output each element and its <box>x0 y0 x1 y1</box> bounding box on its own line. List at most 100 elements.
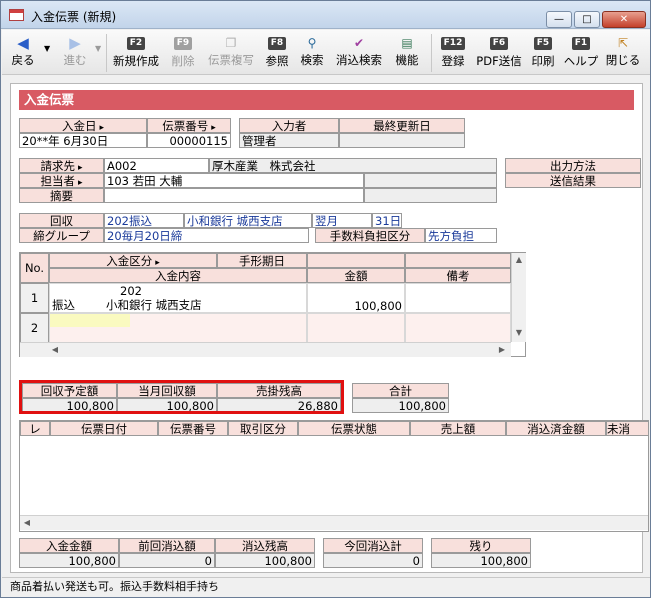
back-dropdown-icon[interactable]: ▼ <box>44 44 50 53</box>
collect-day-code: 31 <box>375 214 390 228</box>
summary-extra-field <box>364 188 497 203</box>
form-header: 入金伝票 <box>19 90 634 110</box>
staff-extra-field <box>364 173 497 188</box>
search-button[interactable]: ⚲ 検索 <box>296 32 328 74</box>
scroll-down-icon[interactable]: ▼ <box>512 326 526 340</box>
row-amount[interactable]: 100,800 <box>307 283 405 313</box>
rest-label: 残り <box>431 538 531 553</box>
staff-label[interactable]: 担当者 <box>19 173 104 188</box>
table-row[interactable] <box>49 313 307 343</box>
clear-search-label: 消込検索 <box>336 53 382 67</box>
list-header-kind[interactable]: 取引区分 <box>228 421 298 436</box>
list-header-status[interactable]: 伝票状態 <box>298 421 410 436</box>
list-horizontal-scrollbar[interactable]: ◀ <box>20 515 648 530</box>
row-remarks[interactable] <box>405 313 511 343</box>
print-button[interactable]: F5 印刷 <box>528 32 558 74</box>
inputter-field: 管理者 <box>239 133 339 148</box>
content-column-header: 入金内容 <box>49 268 307 283</box>
detail-grid: No. 入金区分 手形期日 入金内容 金額 備考 1 202 振込 小和銀行 城… <box>19 252 526 357</box>
new-button[interactable]: F2 新規作成 <box>110 32 162 74</box>
send-result-button[interactable]: 送信結果 <box>505 173 641 188</box>
app-window: 入金伝票 (新規) — □ ✕ ◀ 戻る ▼ ▶ 進む ▼ F2 新規作成 F9… <box>0 0 651 598</box>
sales-list: レ 伝票日付 伝票番号 取引区分 伝票状態 売上額 消込済金額 未消 ◀ <box>19 420 649 532</box>
total-field: 100,800 <box>352 398 449 413</box>
collect-method: 振込 <box>128 214 152 228</box>
collect-method-field[interactable]: 202振込 <box>104 213 184 228</box>
copy-icon: ❐ <box>225 36 237 50</box>
staff-name: 若田 大輔 <box>132 174 183 188</box>
reference-button[interactable]: F8 参照 <box>262 32 292 74</box>
remaining-clear-field: 100,800 <box>215 553 315 568</box>
register-button[interactable]: F12 登録 <box>436 32 470 74</box>
current-cleared-field: 0 <box>323 553 423 568</box>
app-icon <box>9 9 24 21</box>
billing-label[interactable]: 請求先 <box>19 158 104 173</box>
pdf-send-button[interactable]: F6 PDF送信 <box>474 32 524 74</box>
vertical-scrollbar[interactable]: ▲ ▼ <box>511 253 526 342</box>
f1-key-icon: F1 <box>571 37 591 50</box>
group-field[interactable]: 20毎月20日締 <box>104 228 309 243</box>
slip-no-field[interactable]: 00000115 <box>147 133 231 148</box>
collect-day-field[interactable]: 31日 <box>372 213 402 228</box>
list-header-no[interactable]: 伝票番号 <box>158 421 228 436</box>
scroll-left-icon[interactable]: ◀ <box>48 343 62 357</box>
collect-month-field[interactable]: 翌月 <box>312 213 372 228</box>
row-remarks[interactable] <box>405 283 511 313</box>
list-header-check[interactable]: レ <box>20 421 50 436</box>
staff-field[interactable]: 103 若田 大輔 <box>104 173 364 188</box>
list-header-sales[interactable]: 売上額 <box>410 421 506 436</box>
horizontal-scrollbar[interactable]: ◀ ▶ <box>20 342 511 357</box>
table-row[interactable]: 202 振込 小和銀行 城西支店 <box>49 283 307 313</box>
scroll-left-icon[interactable]: ◀ <box>20 516 34 530</box>
f2-key-icon: F2 <box>126 37 146 50</box>
row-number[interactable]: 2 <box>20 313 49 343</box>
minimize-button[interactable]: — <box>546 11 572 28</box>
search-label: 検索 <box>300 53 324 67</box>
highlight-box <box>19 380 344 414</box>
scroll-right-icon[interactable]: ▶ <box>495 343 509 357</box>
clear-search-button[interactable]: ✔ 消込検索 <box>332 32 386 74</box>
date-label[interactable]: 入金日 <box>19 118 147 133</box>
copy-label: 伝票複写 <box>208 53 254 67</box>
back-button[interactable]: ◀ 戻る <box>6 32 40 74</box>
delete-button[interactable]: F9 削除 <box>166 32 200 74</box>
list-header-cleared[interactable]: 消込済金額 <box>506 421 606 436</box>
kind-column-header[interactable]: 入金区分 <box>49 253 217 268</box>
forward-button[interactable]: ▶ 進む <box>58 32 92 74</box>
function-button[interactable]: ▤ 機能 <box>390 32 424 74</box>
amount-column-header: 金額 <box>307 268 405 283</box>
row-number[interactable]: 1 <box>20 283 49 313</box>
summary-label: 摘要 <box>19 188 104 203</box>
date-field[interactable]: 20**年 6月30日 <box>19 133 147 148</box>
summary-field[interactable] <box>104 188 364 203</box>
help-button[interactable]: F1 ヘルプ <box>562 32 600 74</box>
register-label: 登録 <box>441 54 465 68</box>
active-cell[interactable] <box>50 314 130 327</box>
scroll-up-icon[interactable]: ▲ <box>512 253 526 267</box>
function-label: 機能 <box>395 53 419 67</box>
close-window-button[interactable]: ✕ <box>602 11 646 28</box>
fee-label: 手数料負担区分 <box>315 228 425 243</box>
f6-key-icon: F6 <box>489 37 509 50</box>
status-bar: 商品着払い発送も可。振込手数料相手持ち <box>2 577 650 597</box>
row-amount[interactable] <box>307 313 405 343</box>
output-method-button[interactable]: 出力方法 <box>505 158 641 173</box>
reference-label: 参照 <box>265 54 289 68</box>
fee-field[interactable]: 先方負担 <box>425 228 497 243</box>
slip-no-label[interactable]: 伝票番号 <box>147 118 231 133</box>
list-header-date[interactable]: 伝票日付 <box>50 421 158 436</box>
maximize-button[interactable]: □ <box>574 11 600 28</box>
forward-dropdown-icon[interactable]: ▼ <box>95 44 101 53</box>
exit-icon: ⇱ <box>617 36 629 50</box>
billing-code-field[interactable]: A002 <box>104 158 209 173</box>
copy-slip-button[interactable]: ❐ 伝票複写 <box>204 32 258 74</box>
collect-day: 日 <box>389 214 402 228</box>
f12-key-icon: F12 <box>440 37 466 50</box>
f8-key-icon: F8 <box>267 37 287 50</box>
note-date-column-header: 手形期日 <box>217 253 307 268</box>
f9-key-icon: F9 <box>173 37 193 50</box>
print-label: 印刷 <box>531 54 555 68</box>
list-header-uncleared[interactable]: 未消 <box>606 421 648 436</box>
collect-bank-field: 小和銀行 城西支店 <box>184 213 312 228</box>
close-button[interactable]: ⇱ 閉じる <box>604 32 642 74</box>
